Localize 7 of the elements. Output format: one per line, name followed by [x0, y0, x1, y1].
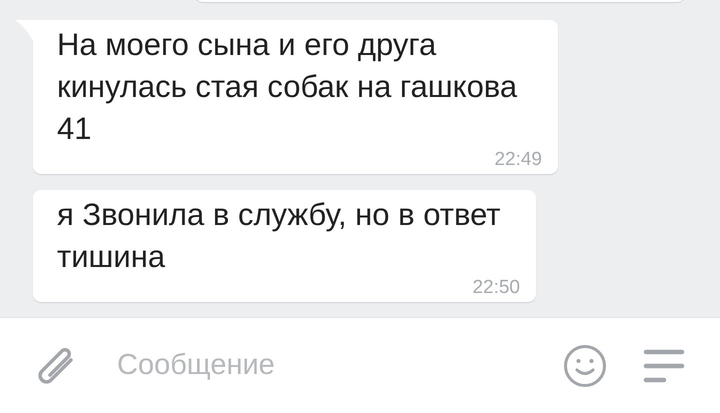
- message-time: 22:49: [494, 150, 542, 170]
- message-time: 22:50: [472, 278, 520, 298]
- message-input[interactable]: Сообщение: [117, 340, 563, 390]
- smiley-icon[interactable]: [563, 344, 607, 388]
- message-text: На моего сына и его друга кинулась стая собак на гашкова 41: [57, 26, 518, 148]
- message-text: я Звонила в службу, но в ответ тишина: [57, 196, 502, 276]
- menu-icon[interactable]: [643, 348, 685, 384]
